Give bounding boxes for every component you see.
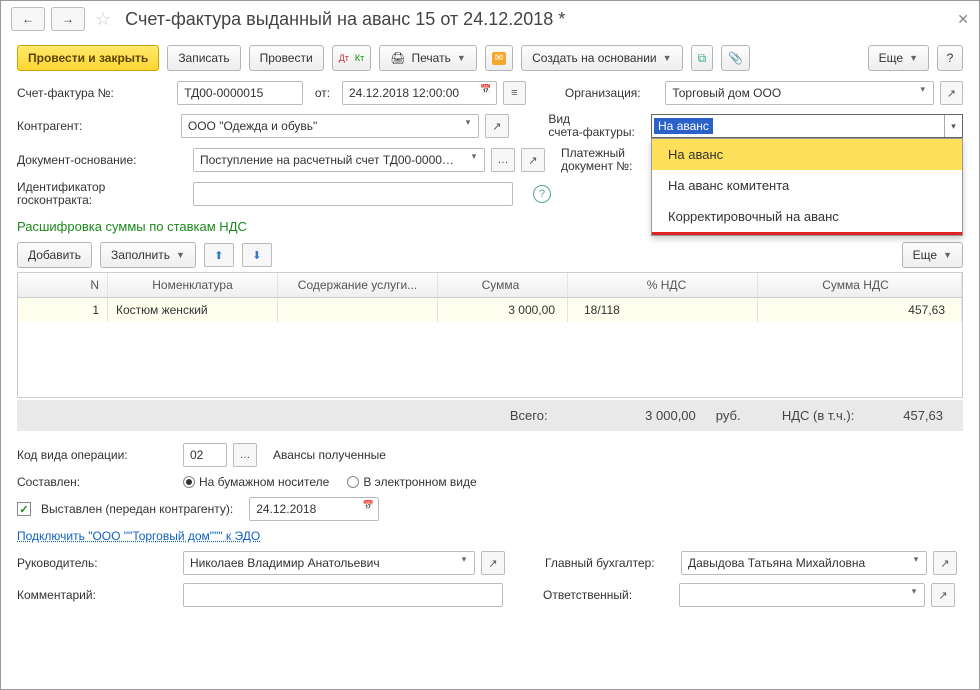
chevron-down-icon[interactable]: ▾ [944, 115, 962, 137]
mail-button[interactable]: ✉ [485, 45, 513, 71]
comment-label: Комментарий: [17, 588, 177, 602]
nav-back[interactable]: ← [11, 7, 45, 31]
basis-field[interactable]: Поступление на расчетный счет ТД00-00001… [193, 148, 485, 172]
gosid-field[interactable] [193, 182, 513, 206]
invoice-type-option[interactable]: На аванс комитента [652, 170, 962, 201]
director-field[interactable]: Николаев Владимир Анатольевич ▾ [183, 551, 475, 575]
basis-label: Документ-основание: [17, 153, 187, 167]
col-vat-sum[interactable]: Сумма НДС [758, 273, 962, 297]
paydoc-label: Платежныйдокумент №: [561, 147, 659, 173]
composed-label: Составлен: [17, 475, 177, 489]
attach-button[interactable]: 📎 [721, 45, 750, 71]
issued-date-field[interactable]: 24.12.2018 📅 [249, 497, 379, 521]
totals-bar: Всего: 3 000,00 руб. НДС (в т.ч.): 457,6… [17, 400, 963, 431]
close-icon[interactable]: ✕ [957, 11, 969, 28]
date-menu-button[interactable]: ≡ [503, 81, 526, 105]
number-field[interactable]: ТД00-0000015 [177, 81, 303, 105]
envelope-icon: ✉ [492, 52, 506, 65]
chevron-down-icon[interactable]: ▾ [456, 554, 472, 565]
accountant-open-button[interactable]: ↗ [933, 551, 957, 575]
basis-open-button[interactable]: ↗ [521, 148, 545, 172]
date-field[interactable]: 24.12.2018 12:00:00 📅 [342, 81, 497, 105]
col-service-desc[interactable]: Содержание услуги... [278, 273, 438, 297]
printer-icon: 🖨 [390, 51, 405, 65]
invoice-type-option[interactable]: На аванс [652, 139, 962, 170]
org-field[interactable]: Торговый дом ООО ▾ [665, 81, 933, 105]
chevron-down-icon[interactable]: ▾ [908, 554, 924, 565]
chevron-down-icon: ▼ [943, 250, 952, 260]
col-nomenclature[interactable]: Номенклатура [108, 273, 278, 297]
composed-electronic-radio[interactable]: В электронном виде [347, 475, 476, 489]
edo-link[interactable]: Подключить "ООО ""Торговый дом""" к ЭДО [17, 529, 260, 543]
table-row[interactable]: 1 Костюм женский 3 000,00 18/118 457,63 [18, 298, 962, 322]
post-button[interactable]: Провести [249, 45, 324, 71]
chevron-down-icon[interactable]: ▾ [906, 586, 922, 597]
favorite-icon[interactable]: ☆ [91, 9, 115, 30]
chevron-down-icon: ▼ [663, 53, 672, 63]
red-underline [652, 232, 962, 235]
director-open-button[interactable]: ↗ [481, 551, 505, 575]
calendar-icon[interactable]: 📅 [360, 500, 376, 511]
add-row-button[interactable]: Добавить [17, 242, 92, 268]
post-and-close-button[interactable]: Провести и закрыть [17, 45, 159, 71]
gosid-label: Идентификаторгосконтракта: [17, 181, 187, 207]
responsible-field[interactable]: ▾ [679, 583, 925, 607]
invoice-type-option[interactable]: Корректировочный на аванс [652, 201, 962, 232]
chevron-down-icon[interactable]: ▾ [466, 151, 482, 162]
dtkt-button[interactable]: ДтКт [332, 45, 372, 71]
org-open-button[interactable]: ↗ [940, 81, 963, 105]
move-up-button[interactable]: ⬆ [204, 243, 234, 267]
nav-forward[interactable]: → [51, 7, 85, 31]
col-sum[interactable]: Сумма [438, 273, 568, 297]
op-code-desc: Авансы полученные [263, 448, 386, 462]
save-button[interactable]: Записать [167, 45, 240, 71]
create-based-button[interactable]: Создать на основании ▼ [521, 45, 682, 71]
op-code-label: Код вида операции: [17, 448, 177, 462]
paperclip-icon: 📎 [728, 51, 743, 65]
contractor-open-button[interactable]: ↗ [485, 114, 509, 138]
col-n[interactable]: N [18, 273, 108, 297]
director-label: Руководитель: [17, 556, 177, 570]
invoice-type-combo[interactable]: На аванс ▾ На аванс На аванс комитента К… [651, 114, 963, 138]
chevron-down-icon: ▼ [176, 250, 185, 260]
chevron-down-icon: ▼ [909, 53, 918, 63]
more-button[interactable]: Еще ▼ [868, 45, 929, 71]
issued-label: Выставлен (передан контрагенту): [41, 502, 233, 516]
fill-button[interactable]: Заполнить ▼ [100, 242, 196, 268]
contractor-label: Контрагент: [17, 119, 175, 133]
org-label: Организация: [565, 86, 659, 100]
number-label: Счет-фактура №: [17, 86, 171, 100]
tree-icon: ⧉ [698, 51, 707, 66]
op-code-field[interactable]: 02 [183, 443, 227, 467]
responsible-open-button[interactable]: ↗ [931, 583, 955, 607]
op-code-pick-button[interactable]: … [233, 443, 257, 467]
chevron-down-icon[interactable]: ▾ [460, 117, 476, 128]
table-more-button[interactable]: Еще ▼ [902, 242, 963, 268]
move-down-button[interactable]: ⬇ [242, 243, 272, 267]
invoice-type-dropdown: На аванс На аванс комитента Корректирово… [651, 138, 963, 236]
issued-checkbox[interactable]: ✓ [17, 502, 31, 516]
invoice-type-label: Видсчета-фактуры: [548, 113, 645, 139]
help-icon[interactable]: ? [533, 185, 551, 203]
structure-button[interactable]: ⧉ [691, 45, 714, 71]
vat-grid[interactable]: N Номенклатура Содержание услуги... Сумм… [17, 272, 963, 398]
accountant-label: Главный бухгалтер: [545, 556, 675, 570]
from-label: от: [309, 86, 336, 100]
composed-paper-radio[interactable]: На бумажном носителе [183, 475, 329, 489]
chevron-down-icon: ▼ [457, 53, 466, 63]
chevron-down-icon[interactable]: ▾ [915, 84, 931, 95]
comment-field[interactable] [183, 583, 503, 607]
print-button[interactable]: 🖨 Печать ▼ [379, 45, 476, 71]
accountant-field[interactable]: Давыдова Татьяна Михайловна ▾ [681, 551, 927, 575]
col-vat-pct[interactable]: % НДС [568, 273, 758, 297]
window-title: Счет-фактура выданный на аванс 15 от 24.… [125, 9, 565, 30]
help-button[interactable]: ? [937, 45, 963, 71]
basis-ellipsis-button[interactable]: … [491, 148, 515, 172]
contractor-field[interactable]: ООО "Одежда и обувь" ▾ [181, 114, 479, 138]
responsible-label: Ответственный: [543, 588, 673, 602]
calendar-icon[interactable]: 📅 [478, 84, 494, 95]
